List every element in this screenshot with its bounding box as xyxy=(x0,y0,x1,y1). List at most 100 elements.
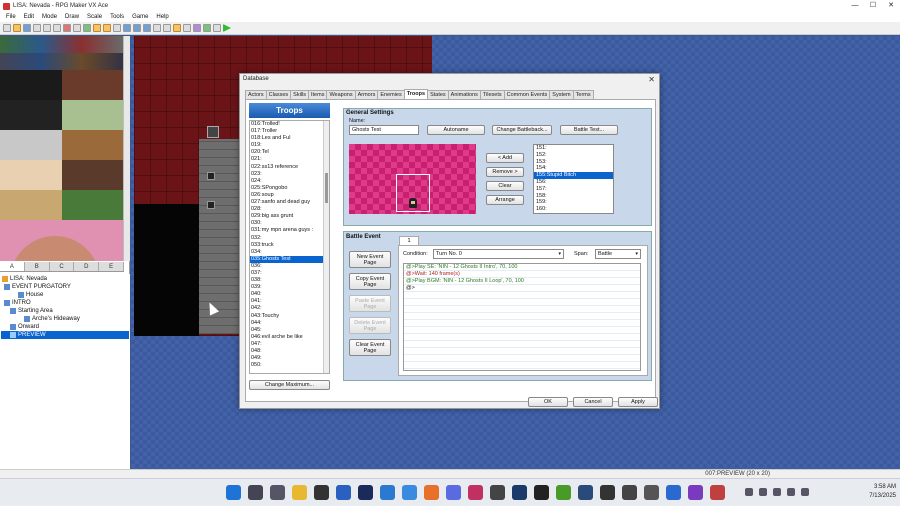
close-button[interactable]: ✕ xyxy=(882,0,900,12)
arrange-enemies-button[interactable]: Arrange xyxy=(486,195,524,205)
layer-map-icon[interactable] xyxy=(83,24,91,32)
map-tree-item[interactable]: Onward xyxy=(10,323,39,331)
event-command-list[interactable]: @>Play SE: 'NIN - 12 Ghosts II Intro', 7… xyxy=(403,263,641,371)
troop-list-item[interactable]: 040: xyxy=(250,291,329,298)
troop-name-input[interactable]: Ghosts Test xyxy=(349,125,419,135)
app-icon[interactable] xyxy=(600,485,615,500)
copy-event-page-button[interactable]: Copy Event Page xyxy=(349,273,391,290)
new-project-icon[interactable] xyxy=(3,24,11,32)
autoname-button[interactable]: Autoname xyxy=(427,125,485,135)
event-command-row[interactable]: @>Play BGM: 'NIN - 12 Ghosts II Loop', 7… xyxy=(404,278,640,285)
language-icon[interactable] xyxy=(801,488,809,496)
tileset-scrollbar[interactable] xyxy=(123,36,130,261)
undo-icon[interactable] xyxy=(73,24,81,32)
delete-icon[interactable] xyxy=(63,24,71,32)
zoom-icon[interactable] xyxy=(163,24,171,32)
fill-icon[interactable] xyxy=(143,24,151,32)
event-command-empty-row[interactable] xyxy=(404,313,640,320)
clear-event-page-button[interactable]: Clear Event Page xyxy=(349,339,391,356)
app-icon[interactable] xyxy=(336,485,351,500)
troop-list-item[interactable]: 034: xyxy=(250,249,329,256)
battle-preview[interactable] xyxy=(349,144,476,214)
map-tree-item-selected[interactable]: PREVIEW xyxy=(1,331,129,339)
new-event-page-button[interactable]: New Event Page xyxy=(349,251,391,268)
apply-button[interactable]: Apply xyxy=(618,397,658,407)
playtest-icon[interactable] xyxy=(223,24,231,32)
map-event-tile[interactable] xyxy=(207,126,219,138)
enemy-list-item[interactable]: 157: xyxy=(534,186,613,193)
rpg-maker-icon[interactable] xyxy=(622,485,637,500)
troop-list-item[interactable]: 049: xyxy=(250,355,329,362)
event-command-row[interactable]: @>Play SE: 'NIN - 12 Ghosts II Intro', 7… xyxy=(404,264,640,271)
troop-list-item[interactable]: 048: xyxy=(250,348,329,355)
map-tree-item[interactable]: House xyxy=(18,291,43,299)
troop-list-item[interactable]: 026:soup xyxy=(250,192,329,199)
character-generator-icon[interactable] xyxy=(213,24,221,32)
app-icon[interactable] xyxy=(710,485,725,500)
shadow-pen-icon[interactable] xyxy=(153,24,161,32)
troop-list-item[interactable]: 046:evil arche be like xyxy=(250,334,329,341)
troop-list-item[interactable]: 016:Trolled! xyxy=(250,121,329,128)
event-command-empty-row[interactable] xyxy=(404,327,640,334)
open-project-icon[interactable] xyxy=(13,24,21,32)
troop-list-item[interactable]: 033:truck xyxy=(250,242,329,249)
troop-list-item[interactable]: 044: xyxy=(250,320,329,327)
app-icon[interactable] xyxy=(380,485,395,500)
troop-list-item[interactable]: 017:Troller xyxy=(250,128,329,135)
troops-list[interactable]: 016:Trolled! 017:Troller 018:Les and Ful 01… xyxy=(249,120,330,374)
steam-icon[interactable] xyxy=(512,485,527,500)
ellipse-icon[interactable] xyxy=(133,24,141,32)
add-enemy-button[interactable]: < Add xyxy=(486,153,524,163)
clock[interactable]: 3:58 AM 7/13/2025 xyxy=(869,483,896,501)
ok-button[interactable]: OK xyxy=(528,397,568,407)
app-icon[interactable] xyxy=(534,485,549,500)
event-command-empty-row[interactable] xyxy=(404,299,640,306)
change-battleback-button[interactable]: Change Battleback... xyxy=(492,125,552,135)
file-explorer-icon[interactable] xyxy=(292,485,307,500)
troop-list-item[interactable]: 028: xyxy=(250,206,329,213)
troop-list-item[interactable]: 045: xyxy=(250,327,329,334)
span-select[interactable]: Battle ▾ xyxy=(595,249,641,259)
enemy-sprite[interactable] xyxy=(409,198,417,208)
map-tree-item[interactable]: Starting Area xyxy=(10,307,53,315)
minimize-button[interactable]: — xyxy=(846,0,864,12)
photoshop-icon[interactable] xyxy=(358,485,373,500)
event-command-empty-row[interactable] xyxy=(404,348,640,355)
tileset-tab-c[interactable]: C xyxy=(50,262,75,271)
troop-list-item[interactable]: 018:Les and Ful xyxy=(250,135,329,142)
event-page-tab[interactable]: 1 xyxy=(399,236,419,245)
troop-list-item[interactable]: 024: xyxy=(250,178,329,185)
paste-icon[interactable] xyxy=(53,24,61,32)
rectangle-icon[interactable] xyxy=(123,24,131,32)
app-icon[interactable] xyxy=(688,485,703,500)
troop-list-item[interactable]: 020:Tel xyxy=(250,149,329,156)
menu-mode[interactable]: Mode xyxy=(38,14,61,20)
resource-manager-icon[interactable] xyxy=(183,24,191,32)
enemy-list-item[interactable]: 152: xyxy=(534,152,613,159)
troop-list-item[interactable]: 050: xyxy=(250,362,329,369)
event-command-empty-row[interactable] xyxy=(404,341,640,348)
discord-icon[interactable] xyxy=(446,485,461,500)
tileset-palette[interactable] xyxy=(0,36,130,261)
troop-list-item[interactable]: 037: xyxy=(250,270,329,277)
enemy-list-item[interactable]: 151: xyxy=(534,145,613,152)
paste-event-page-button[interactable]: Paste Event Page xyxy=(349,295,391,312)
tileset-tab-a[interactable]: A xyxy=(0,262,25,271)
database-icon[interactable] xyxy=(173,24,181,32)
settings-gear-icon[interactable] xyxy=(270,485,285,500)
script-editor-icon[interactable] xyxy=(193,24,201,32)
enemy-list-item[interactable]: 158: xyxy=(534,193,613,200)
tileset-tab-b[interactable]: B xyxy=(25,262,50,271)
troop-list-item[interactable]: 022:ss13 reference xyxy=(250,164,329,171)
troop-list-item[interactable]: 031:my mpn arena guys : xyxy=(250,227,329,234)
troop-list-item[interactable]: 038: xyxy=(250,277,329,284)
maximize-button[interactable]: ☐ xyxy=(864,0,882,12)
volume-icon[interactable] xyxy=(773,488,781,496)
menu-edit[interactable]: Edit xyxy=(20,14,38,20)
event-command-empty-row[interactable] xyxy=(404,320,640,327)
tab-troops[interactable]: Troops xyxy=(403,89,429,99)
troops-list-scrollbar[interactable] xyxy=(323,121,329,373)
map-tree-item[interactable]: LISA: Nevada xyxy=(2,275,47,283)
troop-list-item[interactable]: 029:big ass grunt xyxy=(250,213,329,220)
troop-list-item[interactable]: 023: xyxy=(250,171,329,178)
